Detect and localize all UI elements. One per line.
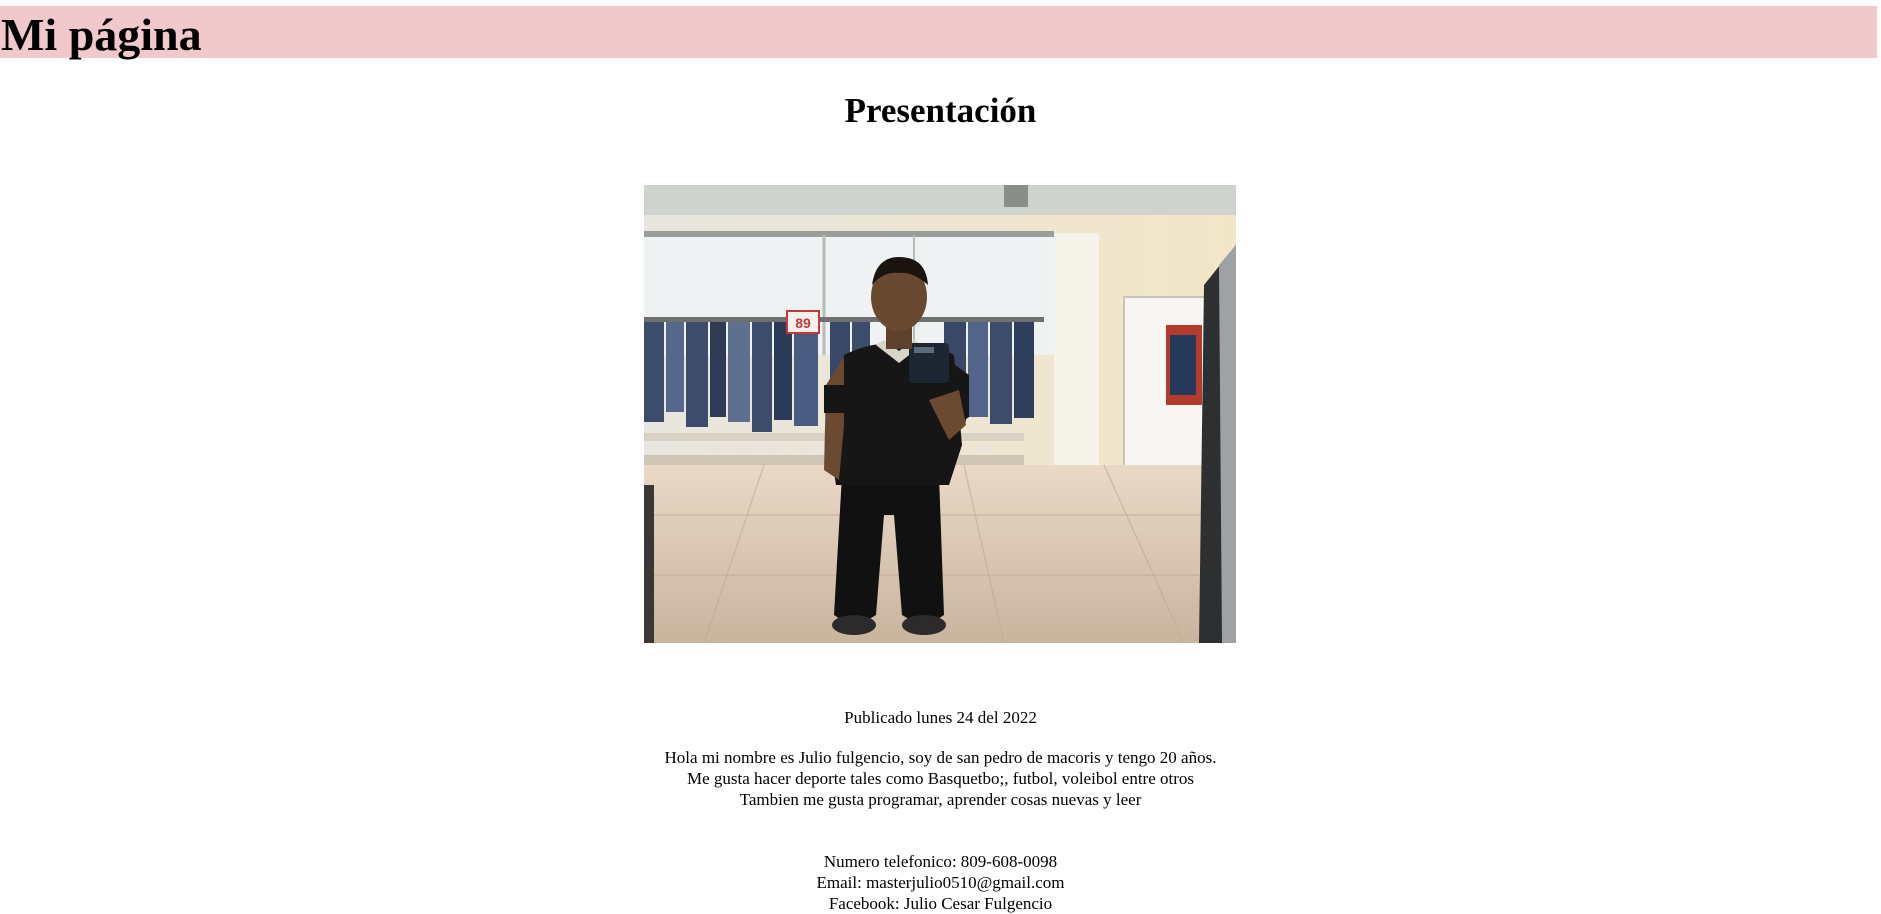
price-tag-text: 89 xyxy=(795,315,811,331)
profile-photo: 89 xyxy=(644,185,1236,643)
contact-phone: Numero telefonico: 809-608-0098 xyxy=(823,852,1058,871)
contact-email: Email: masterjulio0510@gmail.com xyxy=(816,873,1065,892)
bio-line-1: Hola mi nombre es Julio fulgencio, soy d… xyxy=(664,748,1217,767)
published-text: Publicado lunes 24 del 2022 xyxy=(844,708,1037,727)
section-title: Presentación xyxy=(844,91,1037,130)
bio-line-2: Me gusta hacer deporte tales como Basque… xyxy=(686,769,1195,788)
contact-facebook: Facebook: Julio Cesar Fulgencio xyxy=(828,894,1053,913)
page-header: Mi página xyxy=(0,6,1877,60)
contact-info: Numero telefonico: 809-608-0098 Email: m… xyxy=(0,851,1881,914)
site-title: Mi página xyxy=(1,9,202,60)
bio-paragraph: Hola mi nombre es Julio fulgencio, soy d… xyxy=(0,747,1881,810)
bio-line-3: Tambien me gusta programar, aprender cos… xyxy=(739,790,1142,809)
published-date: Publicado lunes 24 del 2022 xyxy=(0,707,1881,728)
